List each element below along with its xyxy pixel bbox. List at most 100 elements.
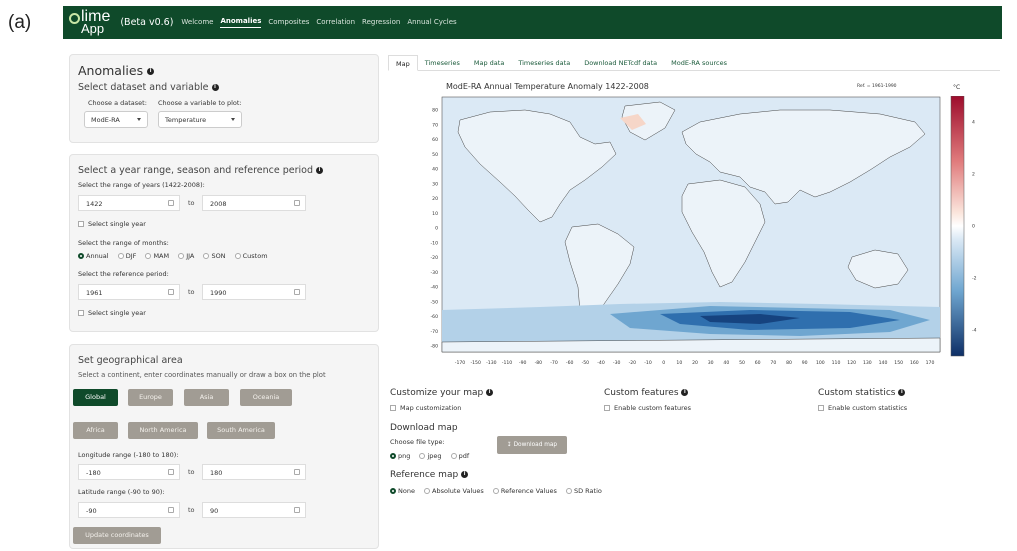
- lon-tick-label: 140: [879, 360, 888, 366]
- info-icon[interactable]: i: [316, 167, 324, 174]
- months-label: Select the range of months:: [78, 239, 169, 247]
- geo-subtitle: Select a continent, enter coordinates ma…: [78, 371, 326, 379]
- output-tabs: Map Timeseries Map data Timeseries data …: [388, 55, 1000, 71]
- custom-features-checkbox[interactable]: Enable custom features: [604, 404, 691, 412]
- anomaly-map[interactable]: 80706050403020100-10-20-30-40-50-60-70-8…: [420, 92, 1000, 372]
- info-icon[interactable]: i: [211, 84, 219, 91]
- info-icon[interactable]: i: [486, 389, 494, 396]
- radio-sd-ratio[interactable]: SD Ratio: [565, 487, 602, 495]
- lon-from-input[interactable]: -180: [78, 464, 180, 480]
- spinner-icon[interactable]: [168, 200, 174, 206]
- lon-tick-label: 130: [863, 360, 872, 366]
- info-icon[interactable]: i: [681, 389, 689, 396]
- dataset-subtitle: Select dataset and variable: [78, 82, 209, 93]
- dataset-label: Choose a dataset:: [88, 99, 147, 107]
- logo-circle-icon: [69, 13, 80, 24]
- custom-features-title: Custom features: [604, 388, 679, 398]
- radio-son[interactable]: SON: [203, 252, 226, 260]
- lon-tick-label: 120: [847, 360, 856, 366]
- nav-composites[interactable]: Composites: [268, 18, 309, 28]
- radio-djf[interactable]: DJF: [117, 252, 136, 260]
- radio-jja[interactable]: JJA: [178, 252, 194, 260]
- ref-label: Select the reference period:: [78, 270, 169, 278]
- tab-download-netcdf[interactable]: Download NETcdf data: [577, 55, 664, 71]
- nav-anomalies[interactable]: Anomalies: [220, 17, 262, 28]
- map-customization-checkbox[interactable]: Map customization: [390, 404, 461, 412]
- lat-tick-label: -70: [430, 329, 438, 335]
- radio-png[interactable]: png: [390, 452, 410, 460]
- radio-jpeg[interactable]: jpeg: [419, 452, 442, 460]
- region-europe-button[interactable]: Europe: [128, 389, 173, 406]
- year-from-input[interactable]: 1422: [78, 195, 180, 211]
- lon-to-input[interactable]: 180: [202, 464, 306, 480]
- region-south-america-button[interactable]: South America: [207, 422, 275, 439]
- info-icon[interactable]: i: [898, 389, 906, 396]
- colorbar-gradient: [950, 96, 965, 357]
- spinner-icon[interactable]: [168, 289, 174, 295]
- lon-tick-label: 160: [910, 360, 919, 366]
- spinner-icon[interactable]: [294, 200, 300, 206]
- year-to-input[interactable]: 2008: [202, 195, 306, 211]
- spinner-icon[interactable]: [294, 469, 300, 475]
- radio-pdf[interactable]: pdf: [450, 452, 469, 460]
- colorbar-tick-label: 2: [972, 172, 975, 178]
- checkbox-icon: [818, 405, 824, 411]
- spinner-icon[interactable]: [294, 289, 300, 295]
- tab-map[interactable]: Map: [388, 55, 418, 71]
- tab-timeseries[interactable]: Timeseries: [418, 55, 467, 71]
- download-title: Download map: [390, 423, 458, 433]
- app-logo[interactable]: lime App: [69, 8, 110, 35]
- ref-single-year-checkbox[interactable]: Select single year: [78, 309, 146, 317]
- ref-from-input[interactable]: 1961: [78, 284, 180, 300]
- nav-regression[interactable]: Regression: [362, 18, 400, 28]
- lon-tick-label: 30: [708, 360, 714, 366]
- region-global-button[interactable]: Global: [73, 389, 118, 406]
- radio-absolute-values[interactable]: Absolute Values: [424, 487, 484, 495]
- lon-tick-label: -170: [455, 360, 466, 366]
- lat-tick-label: 10: [432, 211, 438, 217]
- info-icon[interactable]: i: [147, 68, 155, 75]
- checkbox-icon: [604, 405, 610, 411]
- nav-correlation[interactable]: Correlation: [316, 18, 355, 28]
- radio-reference-values[interactable]: Reference Values: [492, 487, 557, 495]
- spinner-icon[interactable]: [294, 507, 300, 513]
- to-label: to: [188, 468, 195, 476]
- nav-annual-cycles[interactable]: Annual Cycles: [407, 18, 456, 28]
- variable-select[interactable]: Temperature: [158, 111, 242, 128]
- nav-welcome[interactable]: Welcome: [181, 18, 213, 28]
- lat-to-input[interactable]: 90: [202, 502, 306, 518]
- tab-timeseries-data[interactable]: Timeseries data: [511, 55, 577, 71]
- region-africa-button[interactable]: Africa: [73, 422, 118, 439]
- update-coordinates-button[interactable]: Update coordinates: [73, 527, 161, 544]
- lon-tick-label: 90: [802, 360, 808, 366]
- tab-modera-sources[interactable]: ModE-RA sources: [664, 55, 734, 71]
- colorbar-tick-labels: 4 2 0 -2 -4: [972, 120, 977, 334]
- tab-map-data[interactable]: Map data: [467, 55, 511, 71]
- region-oceania-button[interactable]: Oceania: [240, 389, 292, 406]
- dataset-select[interactable]: ModE-RA: [84, 111, 148, 128]
- lon-tick-label: 80: [786, 360, 792, 366]
- radio-none[interactable]: None: [390, 487, 415, 495]
- spinner-icon[interactable]: [168, 469, 174, 475]
- spinner-icon[interactable]: [168, 507, 174, 513]
- lat-tick-label: -30: [430, 270, 438, 276]
- region-asia-button[interactable]: Asia: [184, 389, 229, 406]
- lat-from-input[interactable]: -90: [78, 502, 180, 518]
- radio-mam[interactable]: MAM: [145, 252, 169, 260]
- custom-statistics-checkbox[interactable]: Enable custom statistics: [818, 404, 907, 412]
- radio-annual[interactable]: Annual: [78, 252, 109, 260]
- info-icon[interactable]: i: [461, 471, 469, 478]
- map-title: ModE-RA Annual Temperature Anomaly 1422-…: [446, 82, 649, 91]
- ref-to-input[interactable]: 1990: [202, 284, 306, 300]
- dataset-panel: Anomalies i Select dataset and variable …: [69, 54, 379, 143]
- chevron-down-icon: [137, 118, 141, 121]
- colorbar-unit: °C: [953, 84, 961, 91]
- lon-tick-label: 0: [662, 360, 665, 366]
- download-map-button[interactable]: ↧ Download map: [497, 436, 567, 454]
- lon-tick-label: -40: [597, 360, 605, 366]
- region-north-america-button[interactable]: North America: [128, 422, 198, 439]
- single-year-checkbox[interactable]: Select single year: [78, 220, 146, 228]
- radio-custom[interactable]: Custom: [234, 252, 268, 260]
- version-label: (Beta v0.6): [120, 17, 174, 28]
- checkbox-icon: [390, 405, 396, 411]
